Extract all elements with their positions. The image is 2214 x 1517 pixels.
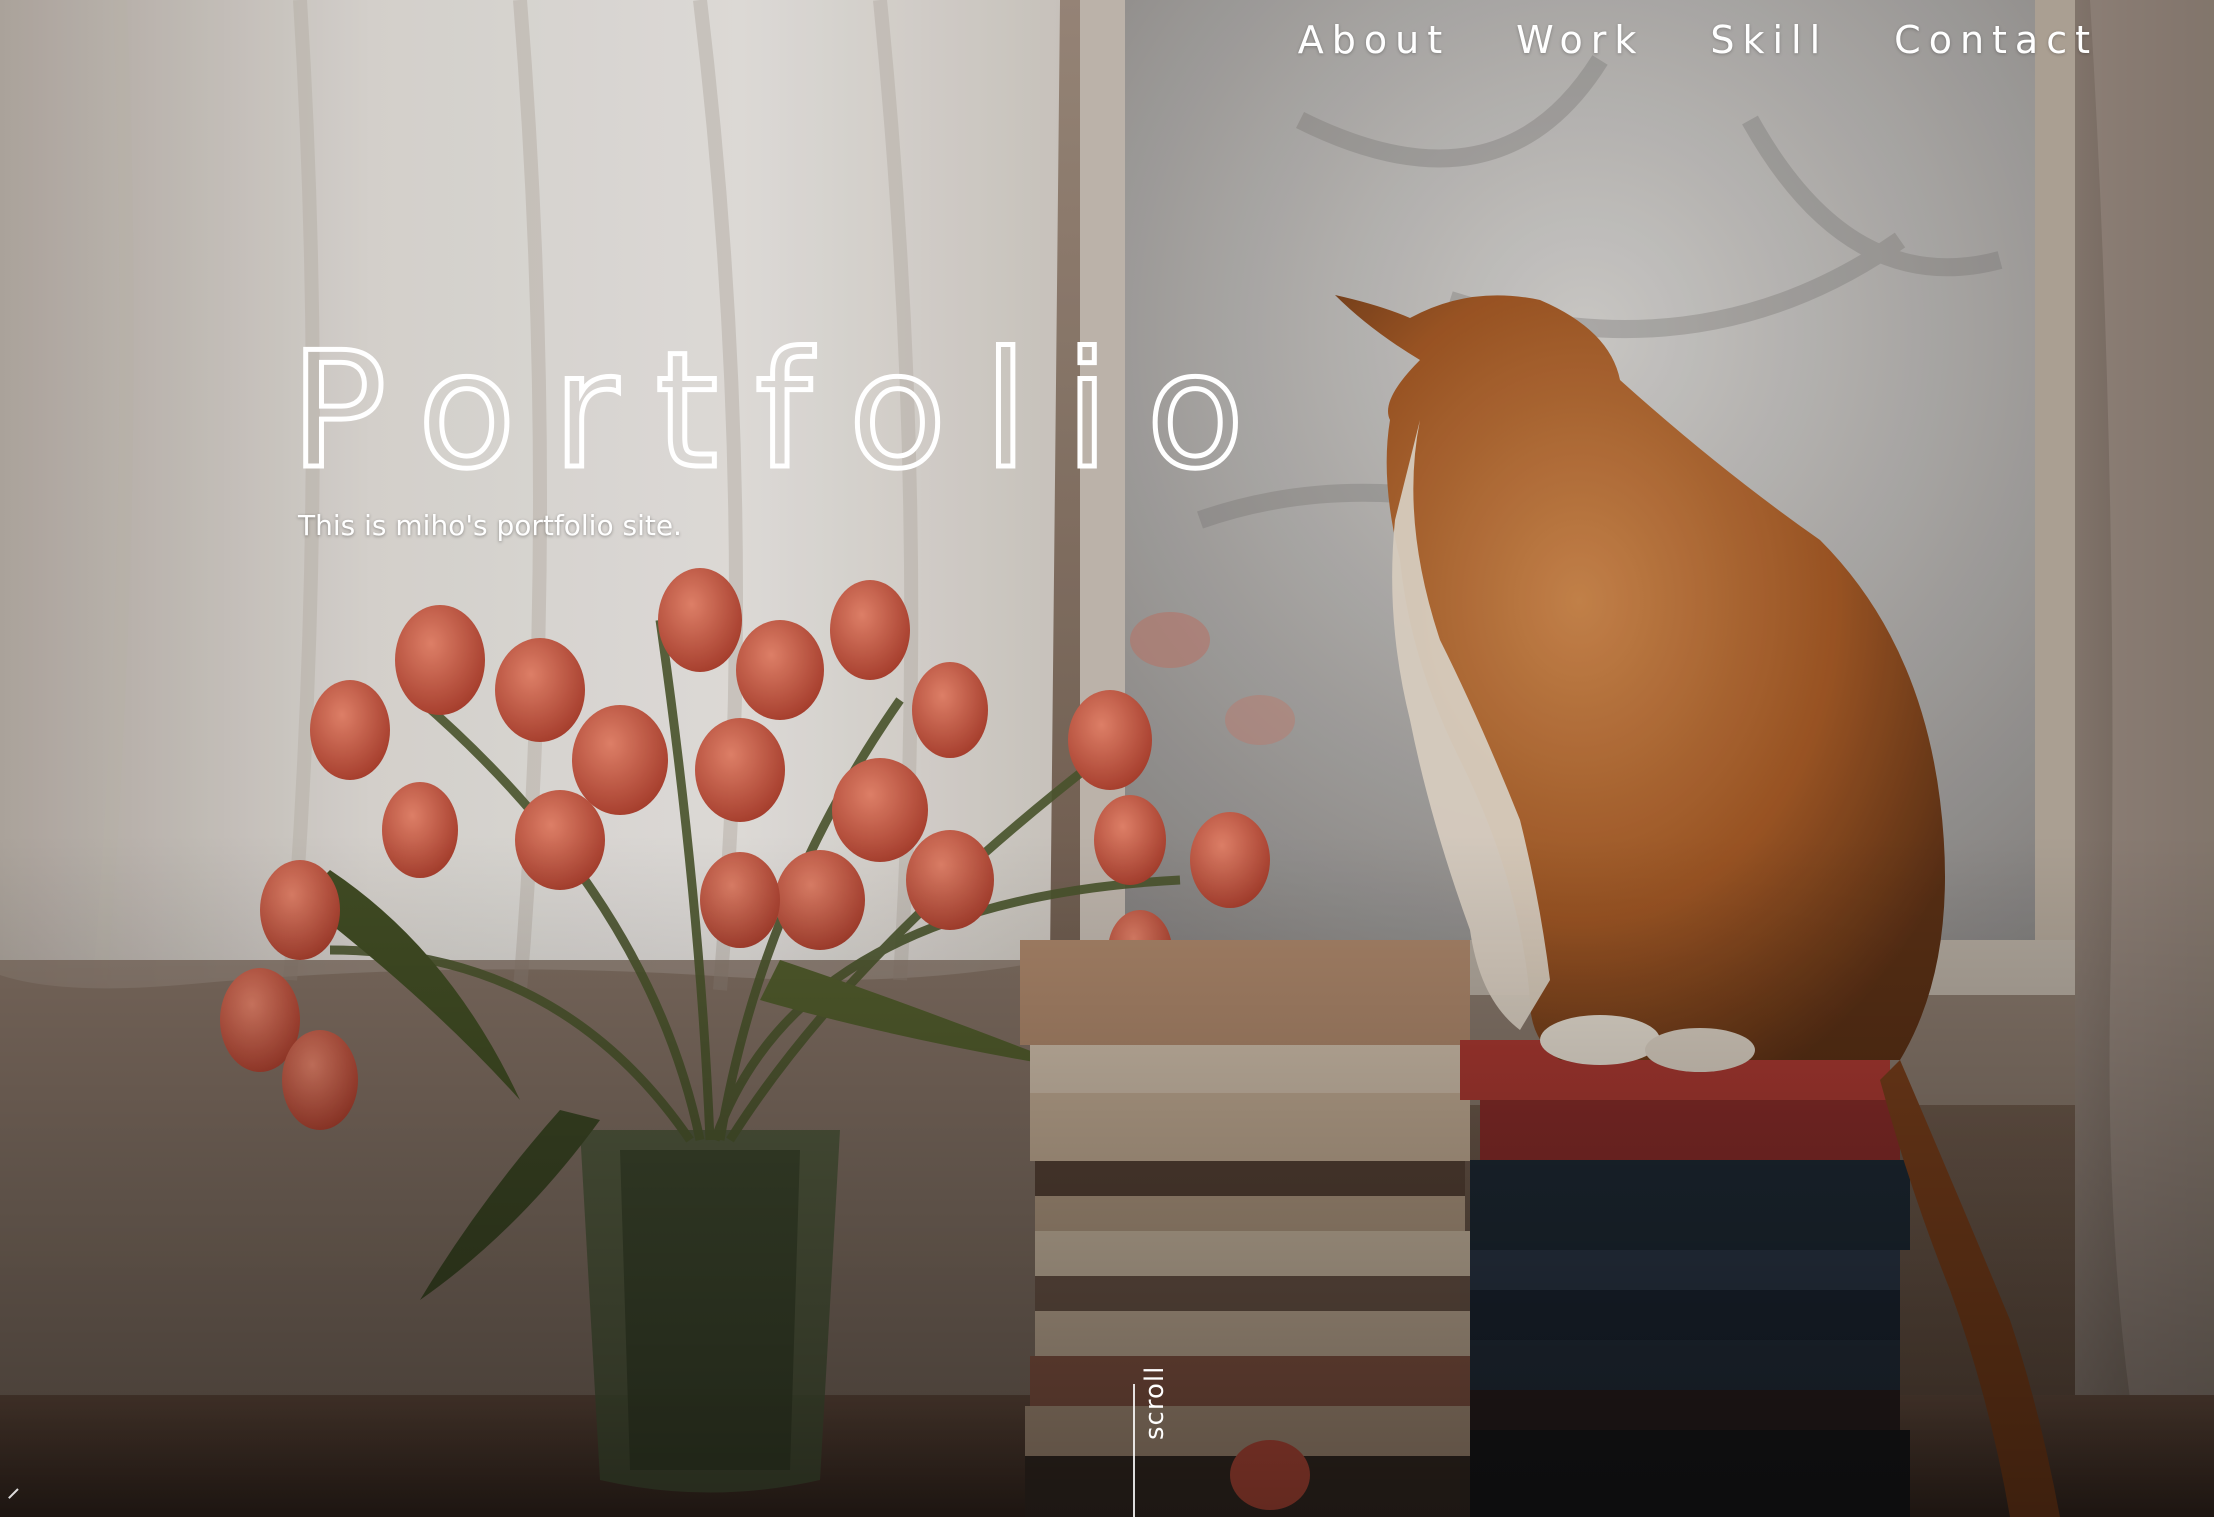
nav-link-contact[interactable]: Contact	[1894, 18, 2098, 62]
scroll-line	[1133, 1384, 1135, 1517]
main-navigation: About Work Skill Contact	[1298, 18, 2098, 62]
nav-link-work[interactable]: Work	[1516, 18, 1644, 62]
nav-link-skill[interactable]: Skill	[1710, 18, 1828, 62]
nav-link-about[interactable]: About	[1298, 18, 1450, 62]
hero-background-photo	[0, 0, 2214, 1517]
scroll-indicator[interactable]: scroll	[1116, 1366, 1176, 1517]
hero-title: Portfolio	[290, 317, 1281, 504]
scroll-label: scroll	[1140, 1365, 1170, 1440]
hero-title-wrapper: Portfolio	[288, 315, 1247, 507]
hero-subtitle: This is miho's portfolio site.	[298, 509, 682, 542]
hero-section: About Work Skill Contact Portfolio This …	[0, 0, 2214, 1517]
